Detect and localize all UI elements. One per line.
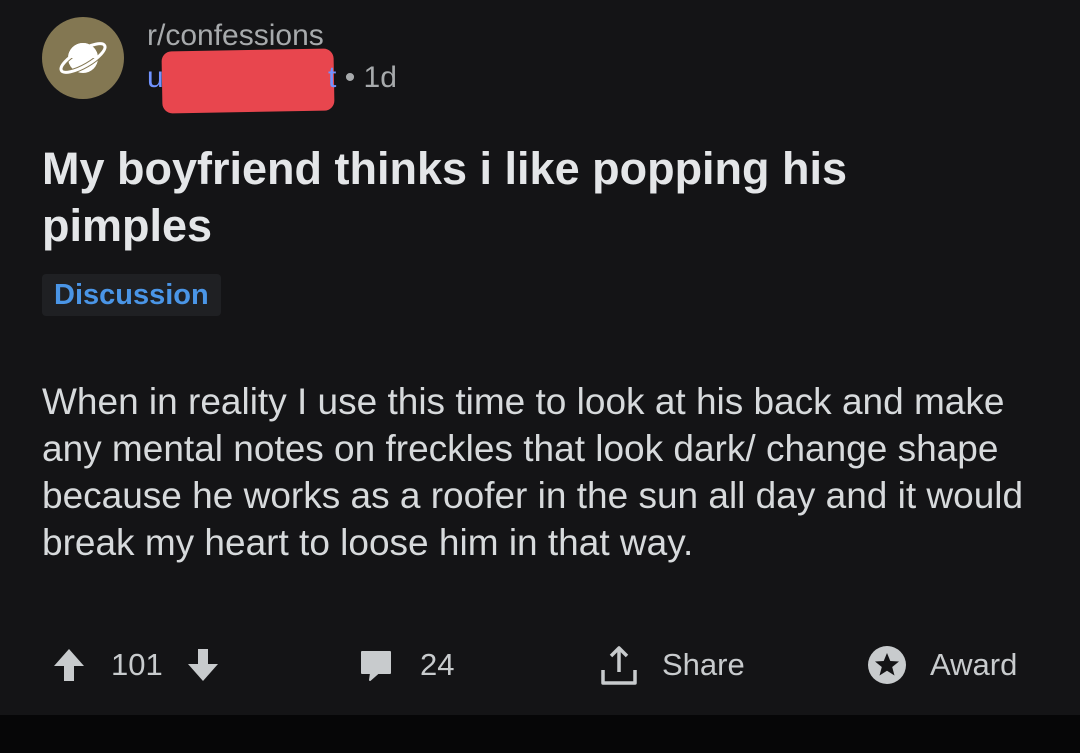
post-title[interactable]: My boyfriend thinks i like popping his p…: [42, 140, 1002, 254]
downvote-button[interactable]: [186, 640, 220, 690]
vote-count: 101: [111, 640, 163, 690]
award-label: Award: [930, 647, 1018, 682]
action-bar: 101 24 Share Award: [0, 640, 1080, 690]
award-star-icon: [868, 646, 906, 684]
meta-separator: •: [344, 61, 356, 94]
post-age: t • 1d: [328, 60, 397, 96]
arrow-up-icon: [54, 649, 84, 681]
subreddit-avatar[interactable]: [42, 17, 124, 99]
arrow-down-icon: [188, 649, 218, 681]
upvote-button[interactable]: [52, 640, 86, 690]
comment-count: 24: [420, 647, 455, 682]
vote-count-label: 101: [111, 647, 163, 682]
redaction-mark: [161, 48, 335, 114]
share-button[interactable]: Share: [599, 640, 745, 690]
planet-icon: [58, 41, 108, 75]
share-label: Share: [662, 647, 745, 682]
post-card: r/confessions u t • 1d My boyfriend thin…: [0, 0, 1080, 715]
flair-badge[interactable]: Discussion: [42, 274, 221, 316]
username-tail: t: [328, 61, 337, 94]
bottom-bar: [0, 715, 1080, 753]
comments-button[interactable]: 24: [358, 640, 454, 690]
age-label: 1d: [363, 61, 397, 94]
share-upload-icon: [601, 646, 637, 685]
comment-bubble-icon: [361, 651, 391, 681]
post-body: When in reality I use this time to look …: [42, 381, 1024, 563]
award-button[interactable]: Award: [866, 640, 1017, 690]
